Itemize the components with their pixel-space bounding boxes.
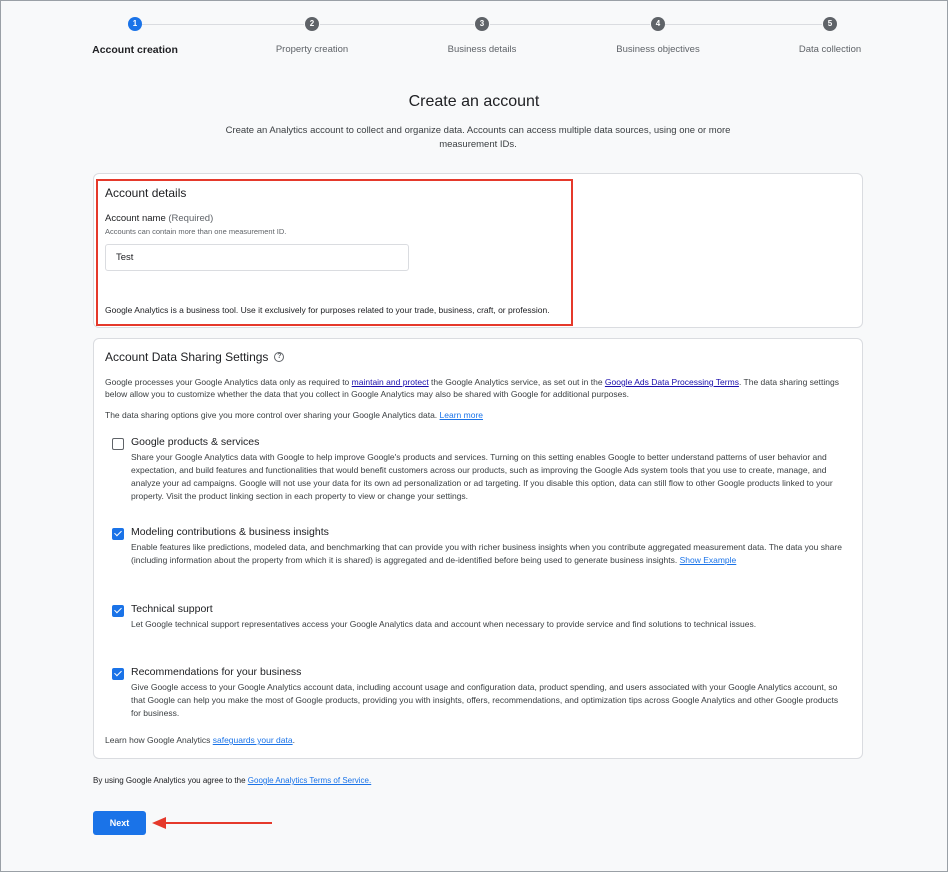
page-title: Create an account (408, 93, 540, 110)
control-text: The data sharing options give you more c… (105, 410, 440, 420)
option-title: Recommendations for your business (131, 666, 302, 678)
page-subtitle: Create an Analytics account to collect a… (225, 125, 731, 150)
step-label: Account creation (92, 44, 178, 56)
intro-text: Google processes your Google Analytics d… (105, 377, 352, 387)
step-number: 3 (475, 17, 489, 31)
business-tool-note: Google Analytics is a business tool. Use… (105, 305, 550, 315)
ads-terms-link[interactable]: Google Ads Data Processing Terms (605, 377, 739, 387)
data-sharing-title-text: Account Data Sharing Settings (105, 350, 269, 364)
step-property-creation[interactable]: 2 Property creation (252, 17, 372, 55)
next-button[interactable]: Next (93, 811, 146, 835)
account-name-input[interactable] (105, 244, 409, 271)
terms-of-service-link[interactable]: Google Analytics Terms of Service. (248, 776, 371, 785)
option-description: Let Google technical support representat… (131, 619, 757, 629)
option-description: Enable features like predictions, modele… (131, 541, 843, 567)
required-label: (Required) (168, 213, 214, 224)
step-business-objectives[interactable]: 4 Business objectives (598, 17, 718, 55)
option-title: Technical support (131, 603, 213, 615)
show-example-link[interactable]: Show Example (680, 555, 737, 565)
option-description: Share your Google Analytics data with Go… (131, 452, 833, 501)
safeguards-note: Learn how Google Analytics safeguards yo… (105, 735, 295, 745)
step-number: 1 (128, 17, 142, 31)
learn-more-link[interactable]: Learn more (440, 410, 483, 420)
safeguards-text: Learn how Google Analytics (105, 735, 213, 745)
step-business-details[interactable]: 3 Business details (422, 17, 542, 55)
modeling-contributions-checkbox[interactable] (112, 528, 124, 540)
help-icon[interactable]: ? (274, 352, 285, 362)
safeguards-link[interactable]: safeguards your data (213, 735, 293, 745)
stepper: 1 Account creation 2 Property creation 3… (0, 0, 948, 70)
intro-text: the Google Analytics service, as set out… (428, 377, 605, 387)
step-label: Data collection (798, 44, 862, 55)
step-label: Property creation (275, 44, 349, 55)
arrow-left-icon (152, 817, 272, 829)
safeguards-end: . (292, 735, 295, 745)
sharing-control-text: The data sharing options give you more c… (105, 409, 840, 421)
step-account-creation[interactable]: 1 Account creation (75, 17, 195, 56)
terms-of-service-note: By using Google Analytics you agree to t… (93, 776, 371, 785)
step-label: Business details (447, 44, 517, 55)
recommendations-checkbox[interactable] (112, 668, 124, 680)
account-details-title: Account details (105, 186, 187, 200)
step-number: 5 (823, 17, 837, 31)
option-title: Modeling contributions & business insigh… (131, 526, 329, 538)
tos-text: By using Google Analytics you agree to t… (93, 776, 248, 785)
option-title: Google products & services (131, 436, 260, 448)
account-name-hint: Accounts can contain more than one measu… (105, 227, 287, 236)
google-products-checkbox[interactable] (112, 438, 124, 450)
technical-support-checkbox[interactable] (112, 605, 124, 617)
data-sharing-title: Account Data Sharing Settings ? (105, 350, 285, 364)
sharing-intro: Google processes your Google Analytics d… (105, 376, 840, 400)
account-name-label-text: Account name (105, 213, 166, 224)
account-name-label: Account name (Required) (105, 213, 213, 224)
step-number: 4 (651, 17, 665, 31)
step-label: Business objectives (616, 44, 700, 55)
option-description: Give Google access to your Google Analyt… (131, 682, 839, 718)
step-data-collection[interactable]: 5 Data collection (770, 17, 890, 55)
step-number: 2 (305, 17, 319, 31)
maintain-protect-link[interactable]: maintain and protect (352, 377, 429, 387)
